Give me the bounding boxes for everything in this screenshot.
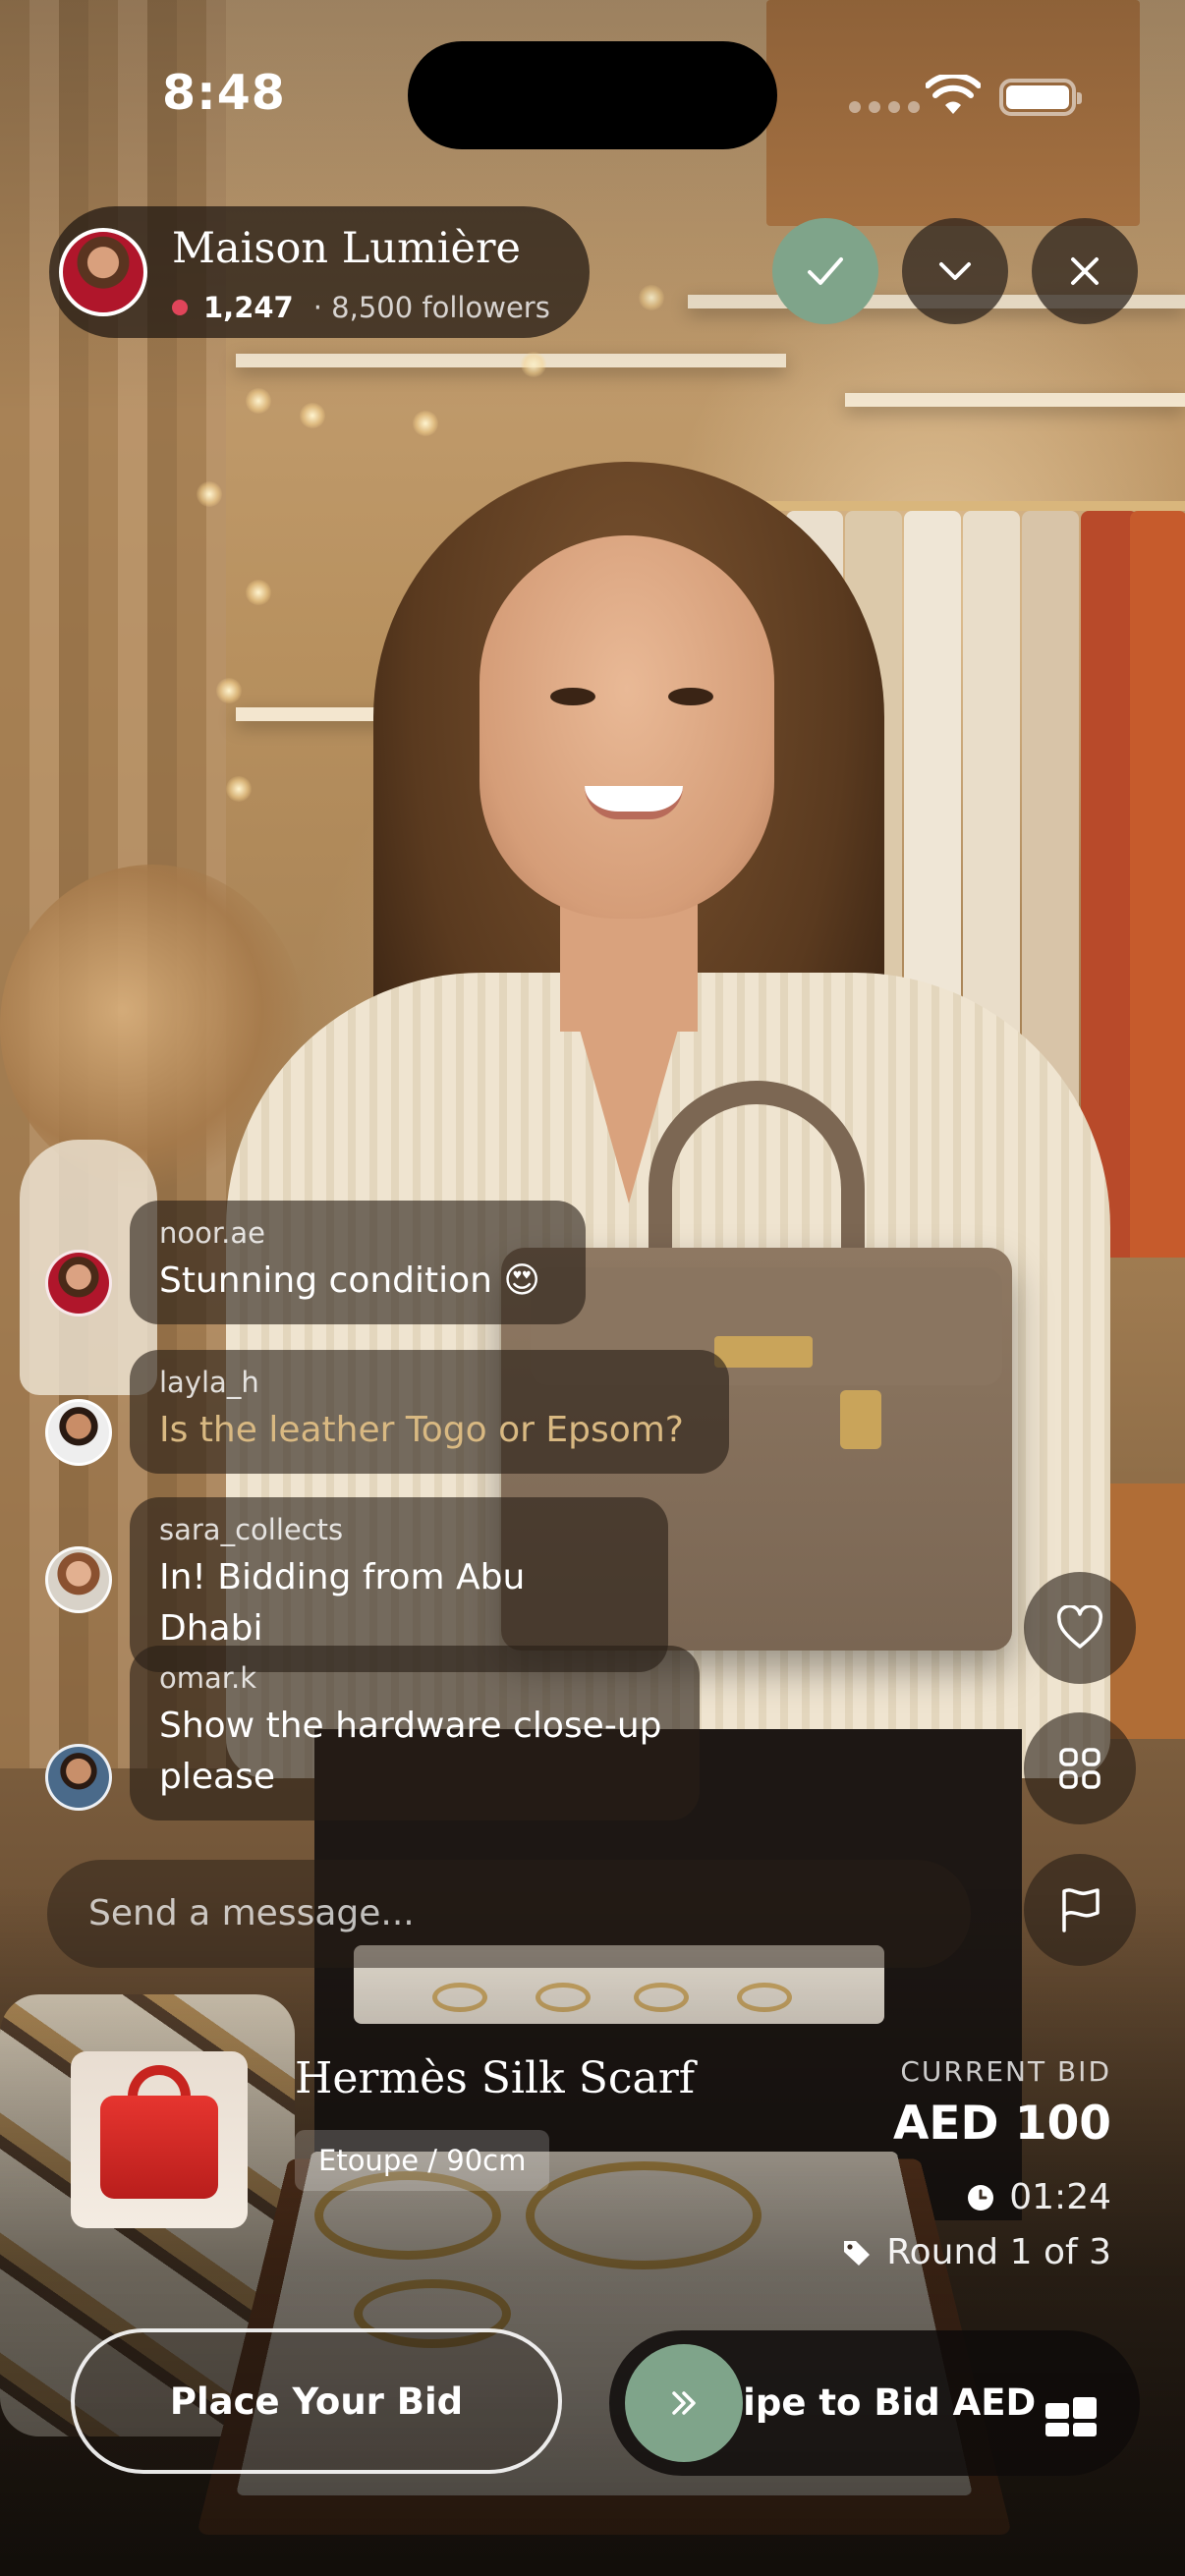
current-bid-label: CURRENT BID xyxy=(900,2055,1111,2088)
follow-check-button[interactable] xyxy=(772,218,878,324)
status-time: 8:48 xyxy=(162,65,286,121)
auction-round: Round 1 of 3 xyxy=(841,2232,1111,2272)
handbag-clasp xyxy=(714,1336,813,1368)
chat-text: Show the hardware close-up please xyxy=(159,1706,662,1797)
double-chevron-right-icon xyxy=(672,2391,696,2415)
chat-bubble: layla_h Is the leather Togo or Epsom? xyxy=(130,1350,729,1474)
clothing-rack xyxy=(766,501,1185,511)
layout-icon[interactable] xyxy=(1045,2397,1099,2436)
chat-text: Is the leather Togo or Epsom? xyxy=(159,1410,684,1450)
chat-username[interactable]: noor.ae xyxy=(159,1216,556,1250)
chat-text: In! Bidding from Abu Dhabi xyxy=(159,1557,526,1649)
flag-icon xyxy=(1062,1888,1100,1932)
current-bid-value: AED 100 xyxy=(893,2097,1111,2151)
chat-bubble: omar.k Show the hardware close-up please xyxy=(130,1646,700,1820)
string-light xyxy=(413,411,438,436)
products-button[interactable] xyxy=(1024,1712,1136,1824)
chat-avatar[interactable] xyxy=(45,1546,112,1613)
string-light xyxy=(216,678,242,703)
swipe-handle[interactable] xyxy=(625,2344,743,2462)
chat-username[interactable]: sara_collects xyxy=(159,1513,639,1546)
close-button[interactable] xyxy=(1032,218,1138,324)
host-eye xyxy=(668,688,713,705)
chat-username[interactable]: omar.k xyxy=(159,1661,670,1695)
close-icon xyxy=(1071,257,1099,285)
string-light xyxy=(197,481,222,507)
chevron-down-icon xyxy=(939,262,971,280)
live-indicator xyxy=(172,300,188,315)
minimize-button[interactable] xyxy=(902,218,1008,324)
chat-bubble: noor.ae Stunning condition 😍 xyxy=(130,1201,586,1324)
product-title: Hermès Silk Scarf xyxy=(295,2053,696,2103)
garment xyxy=(1130,511,1185,1258)
place-bid-button[interactable]: Place Your Bid xyxy=(71,2328,562,2474)
variant-chip: Etoupe / 90cm xyxy=(295,2130,550,2191)
viewer-count: 1,247 xyxy=(203,291,294,324)
round-value: Round 1 of 3 xyxy=(886,2232,1111,2272)
chat-text: Stunning condition 😍 xyxy=(159,1260,540,1301)
heart-icon xyxy=(1056,1605,1103,1649)
message-input[interactable]: Send a message... xyxy=(47,1860,971,1968)
clock-icon xyxy=(968,2184,994,2211)
swipe-label: wipe to Bid AED xyxy=(709,2381,1037,2424)
chat-avatar[interactable] xyxy=(45,1399,112,1466)
host-meta: 1,247 · 8,500 followers xyxy=(172,291,550,324)
product-thumbnail[interactable] xyxy=(71,2051,248,2228)
tag-icon xyxy=(844,2240,871,2266)
report-button[interactable] xyxy=(1024,1854,1136,1966)
chat-avatar[interactable] xyxy=(45,1250,112,1316)
chat-avatar[interactable] xyxy=(45,1744,112,1811)
handbag-lock xyxy=(840,1390,881,1449)
follower-count: · 8,500 followers xyxy=(312,291,550,324)
host-eye xyxy=(550,688,595,705)
like-button[interactable] xyxy=(1024,1572,1136,1684)
wifi-icon xyxy=(926,75,981,114)
battery-icon xyxy=(999,79,1082,116)
host-avatar[interactable] xyxy=(59,228,147,316)
cellular-signal-icon xyxy=(849,101,920,113)
auction-timer: 01:24 xyxy=(966,2177,1111,2217)
host-name: Maison Lumière xyxy=(172,224,521,273)
string-light xyxy=(226,776,252,802)
dynamic-island xyxy=(408,41,777,149)
checkmark-icon xyxy=(808,257,843,285)
grid-icon xyxy=(1059,1748,1100,1789)
string-light xyxy=(246,580,271,605)
thumbnail-bag xyxy=(100,2096,218,2199)
timer-value: 01:24 xyxy=(1009,2177,1111,2217)
host-face xyxy=(480,535,774,919)
chat-username[interactable]: layla_h xyxy=(159,1366,700,1399)
